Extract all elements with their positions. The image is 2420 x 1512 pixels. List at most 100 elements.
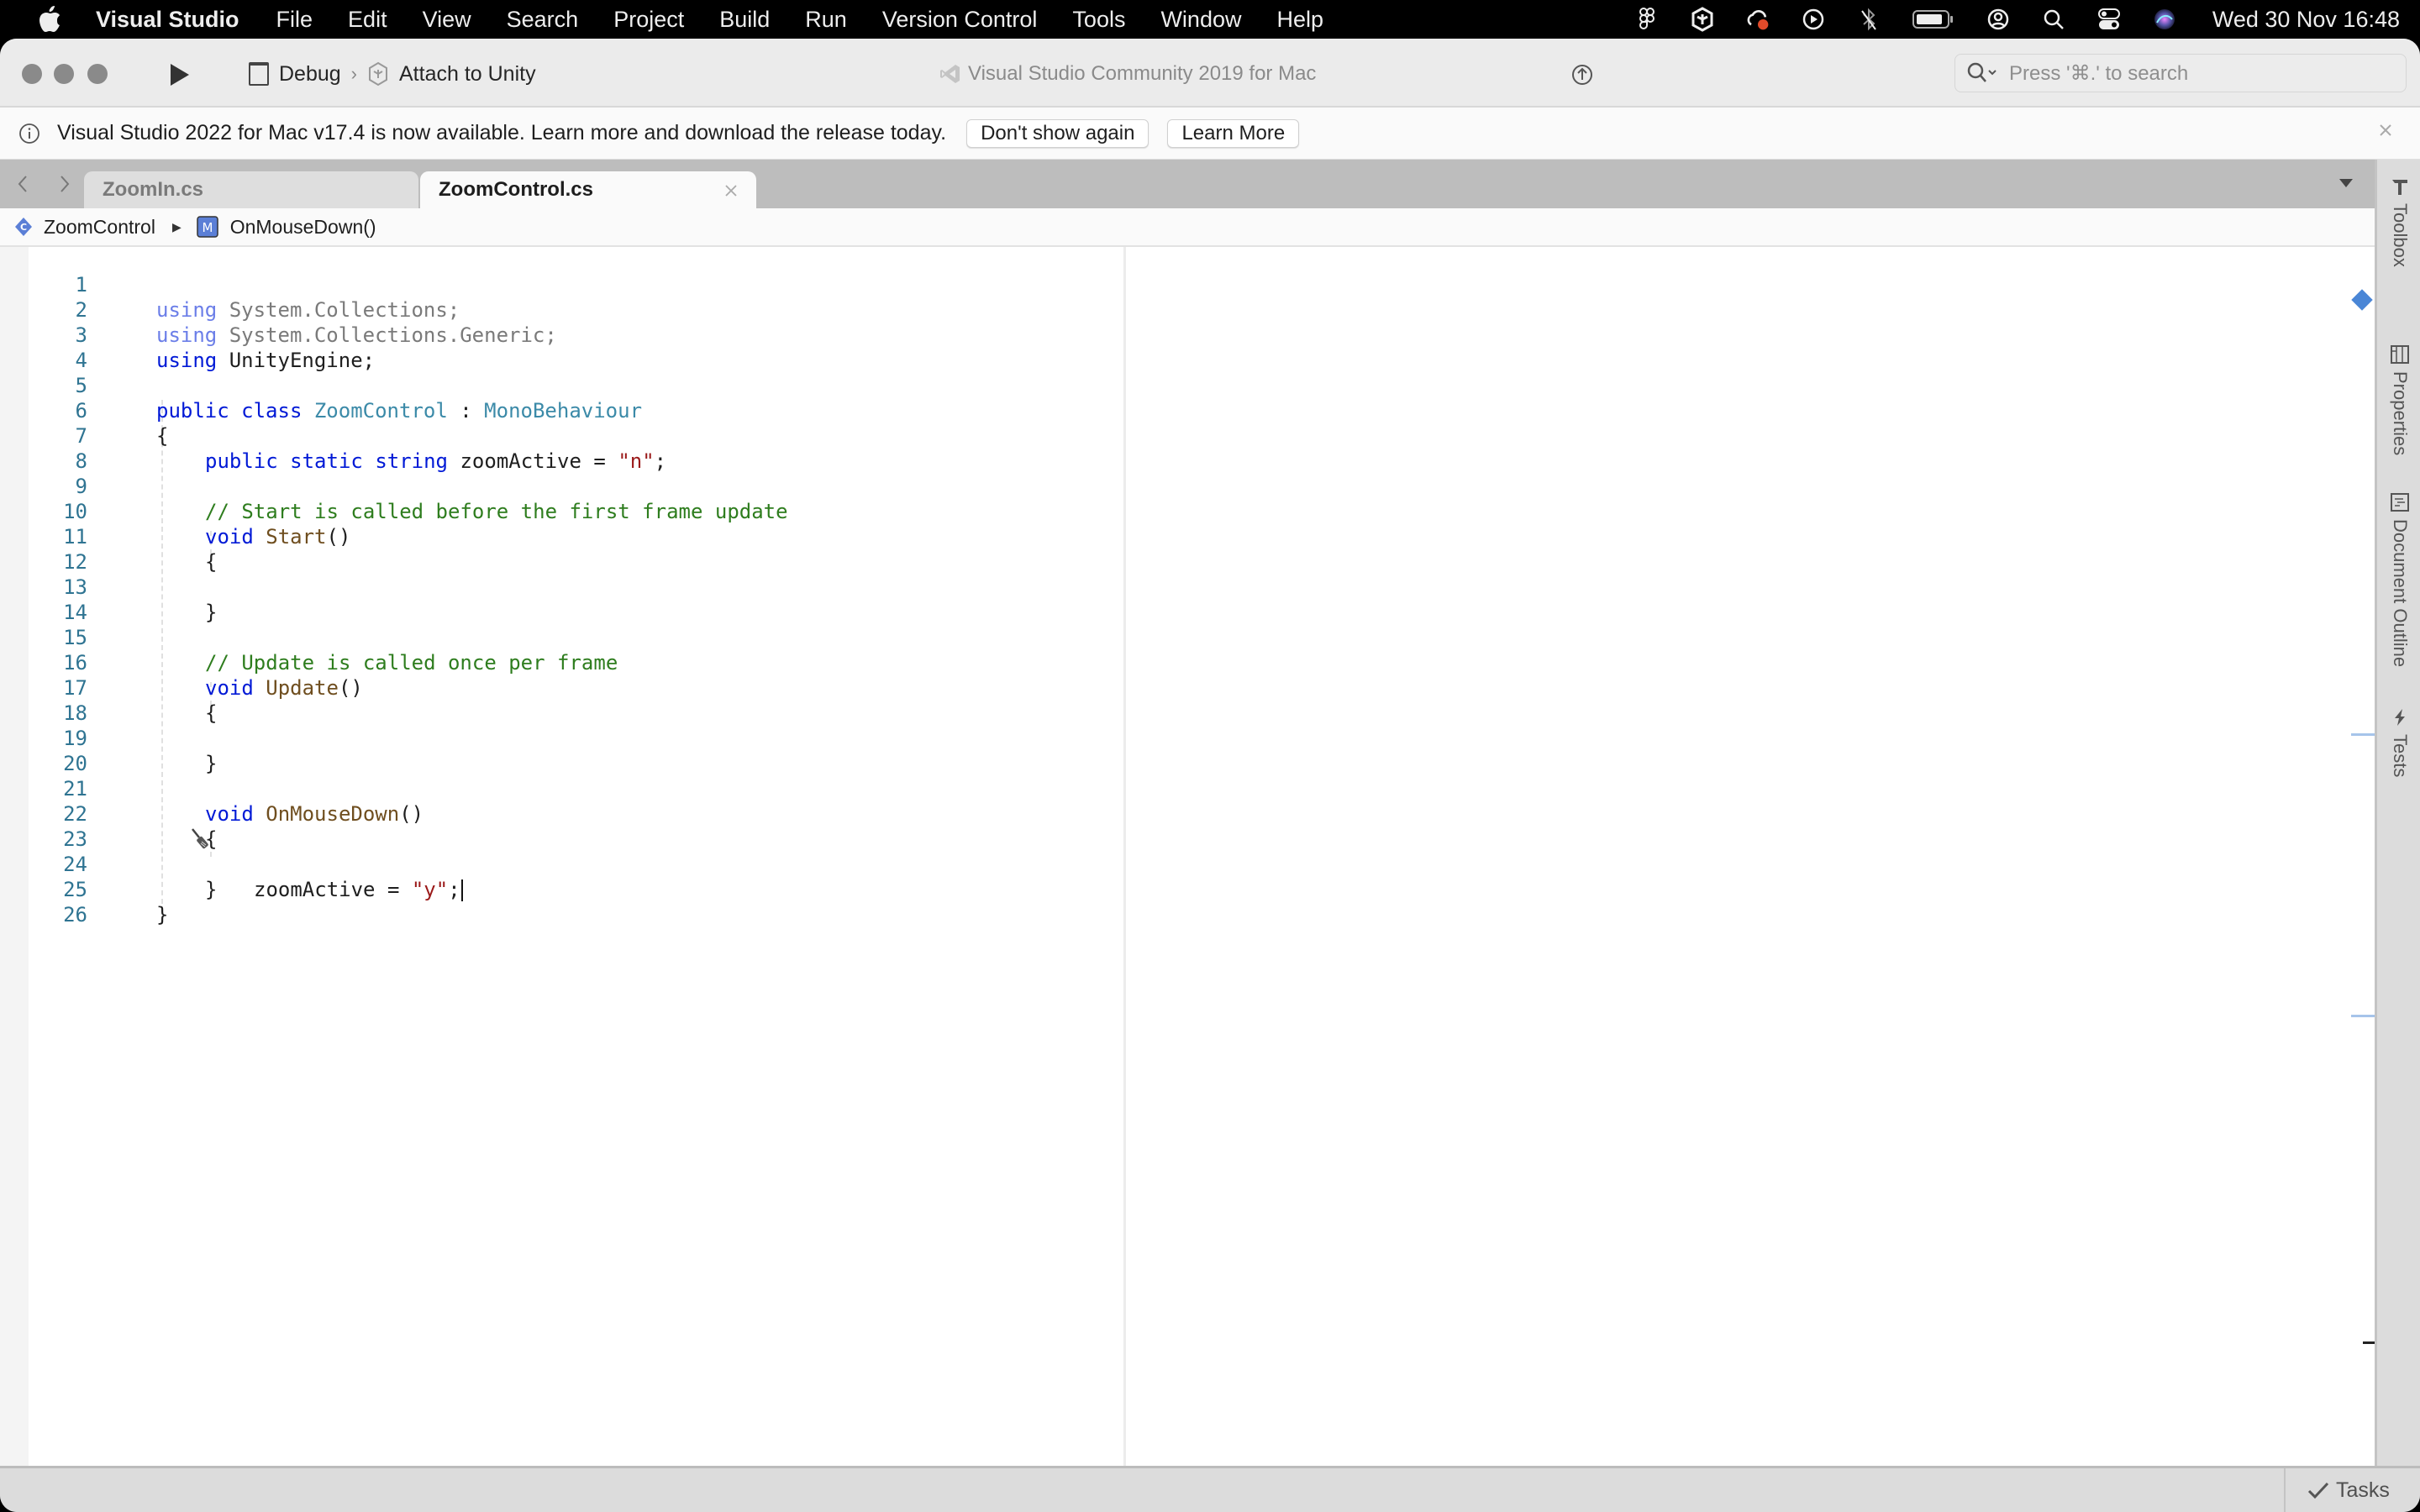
navigate-back-icon[interactable] xyxy=(13,173,32,195)
right-pad-bar: Toolbox Properties Document Outline Test… xyxy=(2375,160,2420,1466)
figma-icon[interactable] xyxy=(1634,7,1660,32)
svg-text:C: C xyxy=(20,222,27,233)
siri-icon[interactable] xyxy=(2152,7,2177,32)
svg-text:M: M xyxy=(202,220,213,235)
unity-icon[interactable] xyxy=(1690,7,1715,32)
breadcrumb-method[interactable]: OnMouseDown() xyxy=(230,216,376,239)
code-line-1: 1 using System.Collections; xyxy=(0,247,1092,322)
method-icon: M xyxy=(196,216,218,238)
toolbar: Debug › Attach to Unity Visual Studio Co… xyxy=(0,39,2420,108)
ide-window: Debug › Attach to Unity Visual Studio Co… xyxy=(0,39,2420,1512)
sidebar-tab-label: Document Outline xyxy=(2390,519,2411,668)
menu-view[interactable]: View xyxy=(423,7,471,33)
code-line-16: 16 void Update() xyxy=(0,625,1092,700)
chevron-right-icon: › xyxy=(350,63,357,84)
info-message: Visual Studio 2022 for Mac v17.4 is now … xyxy=(57,121,947,144)
play-icon xyxy=(171,64,189,86)
quick-fix-screwdriver-icon[interactable] xyxy=(92,801,208,849)
menu-project[interactable]: Project xyxy=(613,7,684,33)
unity-target-icon xyxy=(367,61,389,87)
breadcrumb: C ZoomControl ▶ M OnMouseDown() xyxy=(0,208,2375,247)
creative-cloud-icon[interactable] xyxy=(1745,7,1770,32)
global-search-input[interactable]: Press '⌘.' to search xyxy=(1954,54,2407,92)
code-line-15: 15 // Update is called once per frame xyxy=(0,600,1092,675)
play-circle-icon[interactable] xyxy=(1801,7,1826,32)
code-line-7: 7 public static string zoomActive = "n"; xyxy=(0,398,1092,473)
code-line-13: 13 } xyxy=(0,549,1092,624)
tasks-label: Tasks xyxy=(2336,1478,2390,1502)
menu-help[interactable]: Help xyxy=(1276,7,1323,33)
overview-ruler-mark[interactable] xyxy=(2351,1015,2375,1017)
menubar-clock[interactable]: Wed 30 Nov 16:48 xyxy=(2212,7,2400,33)
code-editor[interactable]: 1 using System.Collections; 2 using Syst… xyxy=(0,247,2375,1466)
run-configuration-selector[interactable]: Debug › Attach to Unity xyxy=(249,57,536,91)
close-icon[interactable] xyxy=(2376,121,2395,139)
user-icon[interactable] xyxy=(1986,7,2011,32)
code-line-8: 8 xyxy=(0,423,1092,473)
apple-menu-icon[interactable] xyxy=(35,4,64,34)
menu-file[interactable]: File xyxy=(276,7,313,33)
menu-search[interactable]: Search xyxy=(507,7,579,33)
menu-window[interactable]: Window xyxy=(1160,7,1241,33)
tab-label: ZoomIn.cs xyxy=(103,178,204,201)
code-line-22: 22 { xyxy=(0,776,1092,851)
overview-ruler-mark[interactable] xyxy=(2351,733,2375,736)
macos-menubar: Visual Studio File Edit View Search Proj… xyxy=(0,0,2420,39)
battery-icon[interactable] xyxy=(1912,7,1955,32)
sidebar-tab-toolbox[interactable]: Toolbox xyxy=(2381,176,2419,267)
code-line-18: 18 xyxy=(0,675,1092,725)
menu-version-control[interactable]: Version Control xyxy=(882,7,1038,33)
visual-studio-logo-icon xyxy=(939,63,961,85)
code-line-5: 5 public class ZoomControl : MonoBehavio… xyxy=(0,348,1092,423)
bluetooth-off-icon[interactable] xyxy=(1856,7,1881,32)
updates-icon[interactable] xyxy=(1571,64,1593,86)
hammer-icon xyxy=(2390,176,2410,197)
lightning-icon xyxy=(2390,707,2410,727)
code-line-11: 11 { xyxy=(0,499,1092,574)
menu-app-name[interactable]: Visual Studio xyxy=(96,7,239,33)
sidebar-tab-document-outline[interactable]: Document Outline xyxy=(2381,492,2419,667)
navigate-forward-icon[interactable] xyxy=(55,173,74,195)
sidebar-tab-label: Toolbox xyxy=(2390,203,2411,267)
sidebar-tab-label: Properties xyxy=(2390,371,2411,456)
tab-overflow-dropdown-icon[interactable] xyxy=(2338,176,2354,190)
control-center-icon[interactable] xyxy=(2096,7,2122,32)
code-line-14: 14 xyxy=(0,575,1092,624)
tasks-pad-button[interactable]: Tasks xyxy=(2284,1468,2420,1512)
learn-more-button[interactable]: Learn More xyxy=(1167,118,1300,148)
document-tab-bar: ZoomIn.cs ZoomControl.cs xyxy=(0,160,2375,208)
code-line-19: 19 } xyxy=(0,701,1092,775)
sidebar-tab-tests[interactable]: Tests xyxy=(2381,707,2419,777)
window-zoom-button[interactable] xyxy=(87,64,108,84)
menu-tools[interactable]: Tools xyxy=(1072,7,1125,33)
search-icon xyxy=(1965,60,1999,86)
code-line-10: 10 void Start() xyxy=(0,474,1092,549)
breadcrumb-class[interactable]: ZoomControl xyxy=(44,216,155,239)
tab-zoomin-cs[interactable]: ZoomIn.cs xyxy=(84,171,418,208)
tab-label: ZoomControl.cs xyxy=(439,178,593,201)
target-label[interactable]: Attach to Unity xyxy=(399,62,536,87)
properties-icon xyxy=(2390,344,2410,365)
window-minimize-button[interactable] xyxy=(54,64,74,84)
spotlight-search-icon[interactable] xyxy=(2041,7,2066,32)
document-outline-icon xyxy=(2390,492,2410,512)
menu-run[interactable]: Run xyxy=(805,7,847,33)
code-line-4: 4 xyxy=(0,323,1092,372)
dont-show-again-button[interactable]: Don't show again xyxy=(966,118,1150,148)
overview-caret-marker-icon[interactable] xyxy=(2351,289,2373,311)
code-line-23: 23 zoomActive = "y"; xyxy=(0,801,1092,901)
configuration-label[interactable]: Debug xyxy=(279,62,341,87)
search-placeholder: Press '⌘.' to search xyxy=(2009,61,2189,85)
sidebar-tab-properties[interactable]: Properties xyxy=(2381,344,2419,455)
window-title: Visual Studio Community 2019 for Mac xyxy=(939,57,1316,91)
close-tab-icon[interactable] xyxy=(723,181,739,198)
tab-zoomcontrol-cs[interactable]: ZoomControl.cs xyxy=(420,171,756,208)
info-icon xyxy=(18,123,40,144)
window-close-button[interactable] xyxy=(22,64,42,84)
code-line-26: 26 xyxy=(0,877,1092,927)
menu-build[interactable]: Build xyxy=(719,7,770,33)
run-button[interactable] xyxy=(168,62,192,87)
overview-ruler-mark[interactable] xyxy=(2363,1341,2375,1344)
code-line-24: 24 } xyxy=(0,827,1092,901)
menu-edit[interactable]: Edit xyxy=(348,7,387,33)
